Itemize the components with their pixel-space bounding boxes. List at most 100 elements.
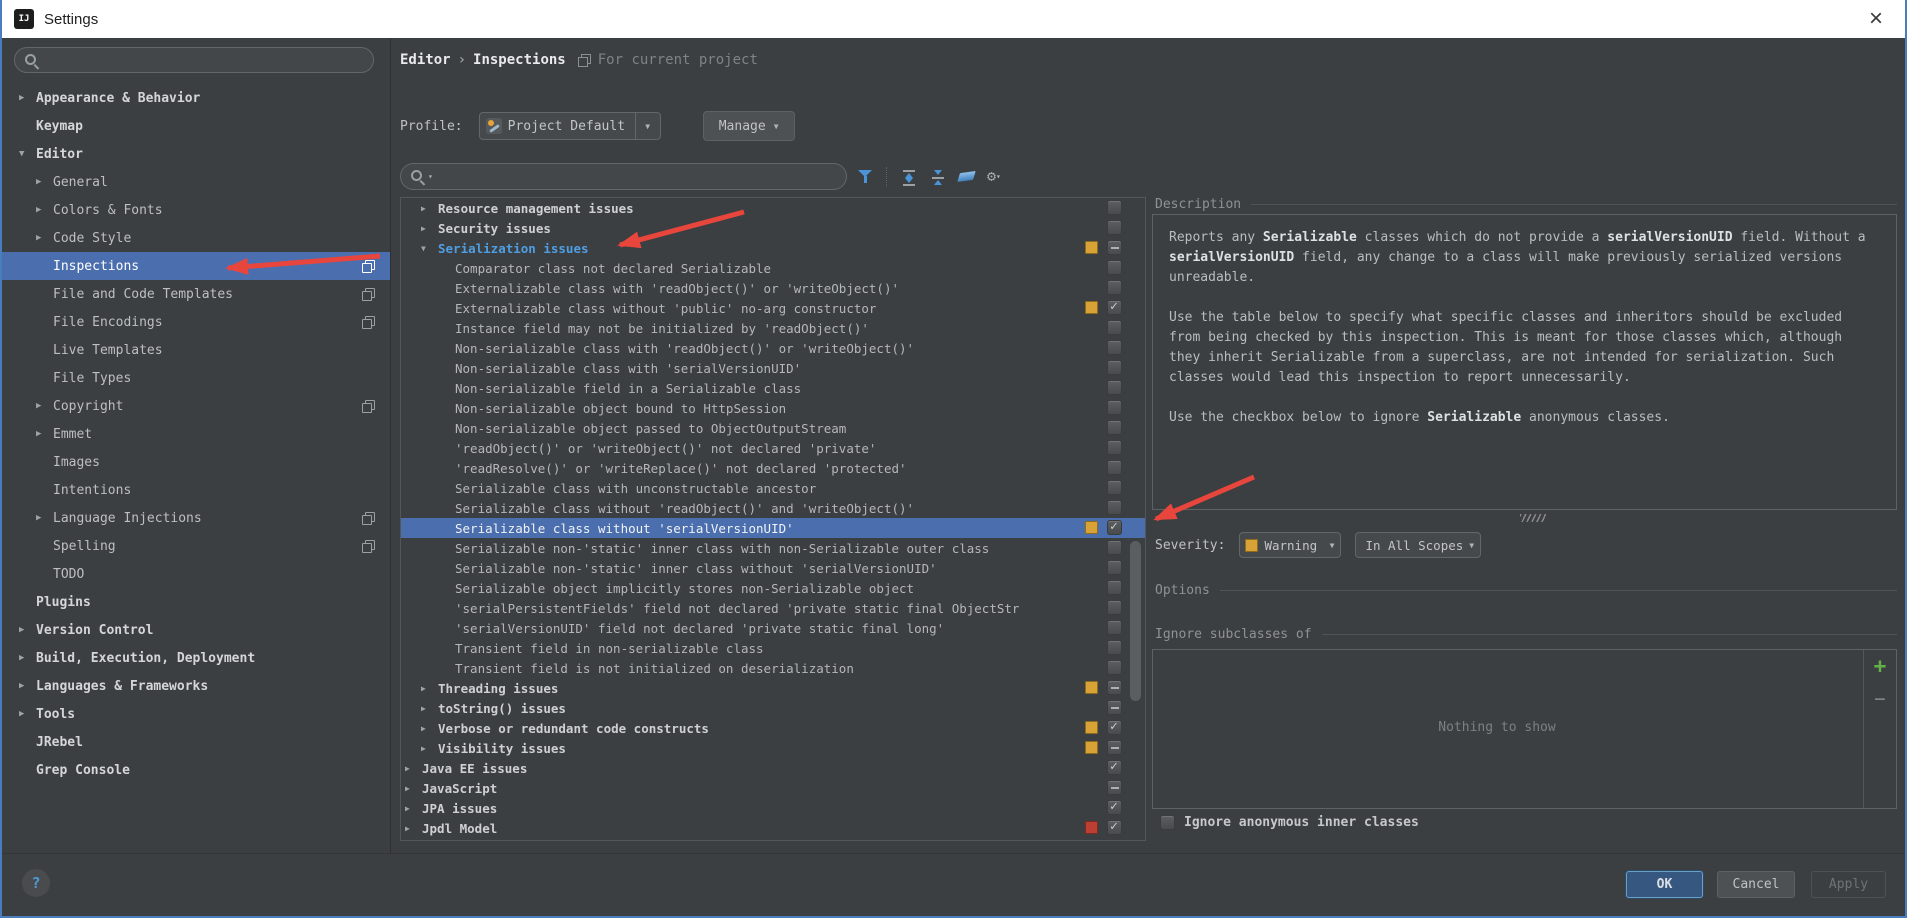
inspection-enabled-checkbox[interactable] <box>1107 780 1122 795</box>
inspection-row[interactable]: ▶Resource management issues <box>401 198 1145 218</box>
ignore-subclasses-list[interactable]: Nothing to show + − <box>1152 649 1897 809</box>
sidebar-item-emmet[interactable]: ▶Emmet <box>2 420 390 448</box>
resize-grip-icon[interactable] <box>1520 514 1546 522</box>
chevron-collapsed-icon[interactable]: ▶ <box>19 653 36 663</box>
sidebar-item-editor[interactable]: ▼Editor <box>2 140 390 168</box>
chevron-collapsed-icon[interactable]: ▶ <box>19 709 36 719</box>
inspection-enabled-checkbox[interactable] <box>1107 340 1122 355</box>
chevron-expanded-icon[interactable]: ▼ <box>421 244 438 253</box>
inspection-row[interactable]: Serializable non-'static' inner class wi… <box>401 538 1145 558</box>
sidebar-item-language-injections[interactable]: ▶Language Injections <box>2 504 390 532</box>
inspection-enabled-checkbox[interactable] <box>1107 440 1122 455</box>
ok-button[interactable]: OK <box>1626 871 1703 898</box>
chevron-collapsed-icon[interactable]: ▶ <box>36 233 53 243</box>
sidebar-item-languages-frameworks[interactable]: ▶Languages & Frameworks <box>2 672 390 700</box>
chevron-collapsed-icon[interactable]: ▶ <box>36 205 53 215</box>
inspection-row[interactable]: ▶Verbose or redundant code constructs <box>401 718 1145 738</box>
inspection-enabled-checkbox[interactable] <box>1107 660 1122 675</box>
inspection-enabled-checkbox[interactable] <box>1107 420 1122 435</box>
close-icon[interactable]: × <box>1859 2 1893 36</box>
inspection-row[interactable]: ▶toString() issues <box>401 698 1145 718</box>
breadcrumb-item[interactable]: Inspections <box>473 52 566 68</box>
sidebar-item-spelling[interactable]: Spelling <box>2 532 390 560</box>
manage-button[interactable]: Manage ▼ <box>703 111 795 141</box>
chevron-collapsed-icon[interactable]: ▶ <box>421 204 438 213</box>
inspection-enabled-checkbox[interactable] <box>1107 460 1122 475</box>
inspection-row[interactable]: Non-serializable field in a Serializable… <box>401 378 1145 398</box>
inspection-row[interactable]: Serializable non-'static' inner class wi… <box>401 558 1145 578</box>
inspection-enabled-checkbox[interactable] <box>1107 260 1122 275</box>
expand-all-icon[interactable] <box>901 169 917 185</box>
inspection-row[interactable]: ▶Jpdl Model <box>401 818 1145 838</box>
inspection-row[interactable]: Comparator class not declared Serializab… <box>401 258 1145 278</box>
inspection-row[interactable]: Externalizable class without 'public' no… <box>401 298 1145 318</box>
severity-select[interactable]: Warning ▼ <box>1239 532 1341 558</box>
inspection-row[interactable]: Non-serializable object bound to HttpSes… <box>401 398 1145 418</box>
sidebar-item-plugins[interactable]: Plugins <box>2 588 390 616</box>
chevron-collapsed-icon[interactable]: ▶ <box>405 764 422 773</box>
inspection-row[interactable]: Serializable object implicitly stores no… <box>401 578 1145 598</box>
inspection-row[interactable]: ▶Threading issues <box>401 678 1145 698</box>
sidebar-item-todo[interactable]: TODO <box>2 560 390 588</box>
chevron-collapsed-icon[interactable]: ▶ <box>36 429 53 439</box>
chevron-down-icon[interactable]: ▼ <box>635 113 660 139</box>
inspection-enabled-checkbox[interactable] <box>1107 560 1122 575</box>
inspection-row[interactable]: ▶Java EE issues <box>401 758 1145 778</box>
sidebar-item-colors-fonts[interactable]: ▶Colors & Fonts <box>2 196 390 224</box>
inspection-row[interactable]: ▶Visibility issues <box>401 738 1145 758</box>
chevron-collapsed-icon[interactable]: ▶ <box>405 784 422 793</box>
inspection-enabled-checkbox[interactable] <box>1107 300 1122 315</box>
inspection-row[interactable]: 'serialPersistentFields' field not decla… <box>401 598 1145 618</box>
chevron-collapsed-icon[interactable]: ▶ <box>421 684 438 693</box>
chevron-collapsed-icon[interactable]: ▶ <box>19 681 36 691</box>
inspection-enabled-checkbox[interactable] <box>1107 520 1122 535</box>
chevron-collapsed-icon[interactable]: ▶ <box>19 93 36 103</box>
inspection-enabled-checkbox[interactable] <box>1107 620 1122 635</box>
sidebar-item-tools[interactable]: ▶Tools <box>2 700 390 728</box>
profile-select[interactable]: Project Default ▼ <box>479 112 661 140</box>
chevron-collapsed-icon[interactable]: ▶ <box>405 804 422 813</box>
inspection-enabled-checkbox[interactable] <box>1107 540 1122 555</box>
inspection-enabled-checkbox[interactable] <box>1107 200 1122 215</box>
gear-icon[interactable]: ⚙▾ <box>987 169 1001 184</box>
sidebar-item-code-style[interactable]: ▶Code Style <box>2 224 390 252</box>
sidebar-item-images[interactable]: Images <box>2 448 390 476</box>
inspection-row[interactable]: Transient field in non-serializable clas… <box>401 638 1145 658</box>
inspection-row[interactable]: ▶Security issues <box>401 218 1145 238</box>
search-options-chevron-icon[interactable]: ▾ <box>428 172 433 181</box>
sidebar-item-general[interactable]: ▶General <box>2 168 390 196</box>
inspection-enabled-checkbox[interactable] <box>1107 380 1122 395</box>
inspection-row[interactable]: ▼Serialization issues <box>401 238 1145 258</box>
inspection-enabled-checkbox[interactable] <box>1107 600 1122 615</box>
chevron-collapsed-icon[interactable]: ▶ <box>421 724 438 733</box>
inspection-enabled-checkbox[interactable] <box>1107 640 1122 655</box>
sidebar-item-version-control[interactable]: ▶Version Control <box>2 616 390 644</box>
chevron-collapsed-icon[interactable]: ▶ <box>36 513 53 523</box>
sidebar-item-file-encodings[interactable]: File Encodings <box>2 308 390 336</box>
sidebar-item-keymap[interactable]: Keymap <box>2 112 390 140</box>
inspection-row[interactable]: 'serialVersionUID' field not declared 'p… <box>401 618 1145 638</box>
scope-select[interactable]: In All Scopes ▼ <box>1355 532 1481 558</box>
chevron-collapsed-icon[interactable]: ▶ <box>19 625 36 635</box>
inspection-enabled-checkbox[interactable] <box>1107 220 1122 235</box>
inspection-enabled-checkbox[interactable] <box>1107 580 1122 595</box>
tree-scrollbar-thumb[interactable] <box>1130 541 1141 701</box>
sidebar-item-live-templates[interactable]: Live Templates <box>2 336 390 364</box>
chevron-collapsed-icon[interactable]: ▶ <box>36 177 53 187</box>
sidebar-item-build-execution-deployment[interactable]: ▶Build, Execution, Deployment <box>2 644 390 672</box>
inspection-enabled-checkbox[interactable] <box>1107 720 1122 735</box>
inspection-enabled-checkbox[interactable] <box>1107 820 1122 835</box>
cancel-button[interactable]: Cancel <box>1717 871 1795 898</box>
sidebar-item-grep-console[interactable]: Grep Console <box>2 756 390 784</box>
add-icon[interactable]: + <box>1864 656 1896 677</box>
inspection-row[interactable]: Instance field may not be initialized by… <box>401 318 1145 338</box>
filter-funnel-icon[interactable] <box>858 169 873 184</box>
inspection-enabled-checkbox[interactable] <box>1107 240 1122 255</box>
chevron-collapsed-icon[interactable]: ▶ <box>36 401 53 411</box>
sidebar-item-copyright[interactable]: ▶Copyright <box>2 392 390 420</box>
inspection-search-input[interactable]: ▾ <box>400 163 847 190</box>
apply-button[interactable]: Apply <box>1811 871 1886 898</box>
inspection-row[interactable]: 'readObject()' or 'writeObject()' not de… <box>401 438 1145 458</box>
help-icon[interactable]: ? <box>22 869 50 897</box>
inspection-enabled-checkbox[interactable] <box>1107 480 1122 495</box>
